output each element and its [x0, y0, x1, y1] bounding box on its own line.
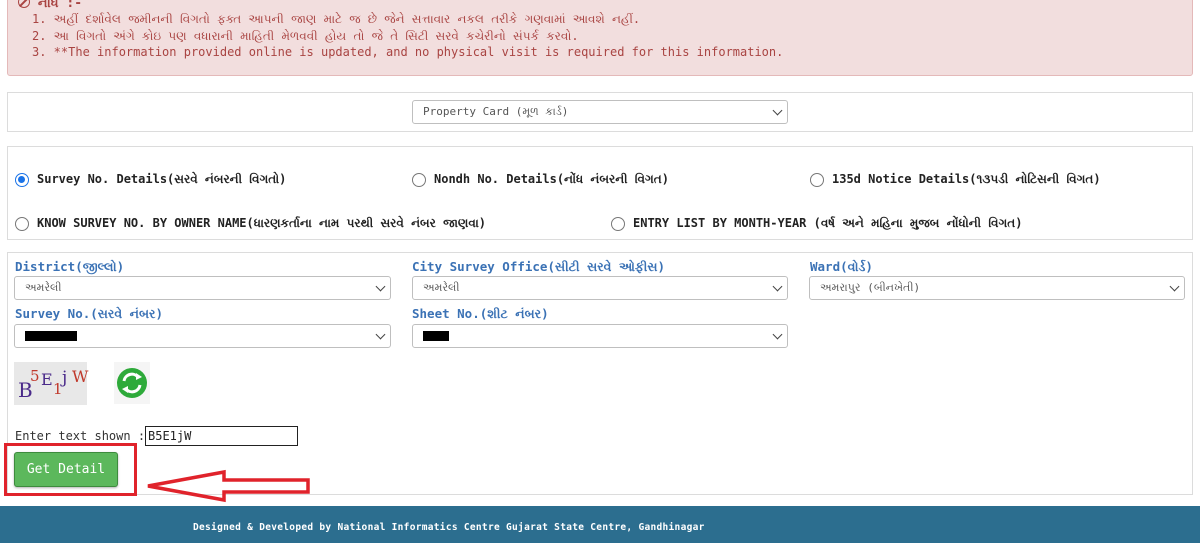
refresh-icon: [117, 368, 147, 398]
sheet-no-select[interactable]: [412, 324, 788, 348]
footer: Designed & Developed by National Informa…: [0, 506, 1200, 543]
captcha-input[interactable]: [145, 426, 298, 446]
notice-title: નોંધ :-: [18, 0, 82, 11]
pointer-arrow-icon: [147, 469, 310, 503]
notice-item: 1. અહીં દર્શાવેલ જમીનની વિગતો ફક્ત આપની …: [32, 12, 641, 26]
radio-label: ENTRY LIST BY MONTH-YEAR (વર્ષ અને મહિના…: [633, 216, 1023, 230]
city-survey-office-select[interactable]: અમરેલી: [412, 276, 788, 300]
district-value: અમરેલી: [25, 281, 62, 294]
ward-select[interactable]: અમરાપુર (બીનખેતી): [809, 276, 1185, 300]
chevron-down-icon: [1169, 281, 1180, 292]
captcha-input-label: Enter text shown :: [15, 429, 146, 443]
redacted-survey-no: [25, 331, 77, 341]
captcha-char: E: [41, 370, 53, 389]
radio-checked-icon[interactable]: [15, 172, 29, 187]
radio-nondh-no-details[interactable]: Nondh No. Details(નોંધ નંબરની વિગત): [412, 172, 669, 187]
radio-survey-no-details[interactable]: Survey No. Details(સરવે નંબરની વિગતો): [15, 172, 286, 187]
card-type-value: Property Card (મૂળ કાર્ડ): [423, 105, 569, 118]
city-survey-office-value: અમરેલી: [423, 281, 460, 294]
notice-item: 2. આ વિગતો અંગે કોઇ પણ વધારાની માહિતી મે…: [32, 28, 579, 43]
radio-survey-by-owner-name[interactable]: KNOW SURVEY NO. BY OWNER NAME(ધારણકર્તાન…: [15, 216, 486, 231]
chevron-down-icon: [375, 281, 386, 292]
radio-unchecked-icon[interactable]: [412, 172, 426, 187]
chevron-down-icon: [375, 329, 386, 340]
radio-unchecked-icon[interactable]: [611, 216, 625, 231]
ward-value: અમરાપુર (બીનખેતી): [820, 281, 921, 294]
redacted-sheet-no: [423, 331, 449, 341]
radio-unchecked-icon[interactable]: [15, 216, 29, 231]
radio-135d-notice-details[interactable]: 135d Notice Details(૧૩૫ડી નોટિસની વિગત): [810, 172, 1101, 187]
sheet-no-label: Sheet No.(શીટ નંબર): [412, 306, 549, 321]
footer-credit: Designed & Developed by National Informa…: [193, 522, 705, 533]
notice-box: નોંધ :- 1. અહીં દર્શાવેલ જમીનની વિગતો ફક…: [7, 0, 1193, 76]
city-survey-office-label: City Survey Office(સીટી સરવે ઓફીસ): [412, 259, 666, 274]
radio-label: Nondh No. Details(નોંધ નંબરની વિગત): [434, 172, 669, 186]
chevron-down-icon: [772, 105, 783, 116]
radio-label: KNOW SURVEY NO. BY OWNER NAME(ધારણકર્તાન…: [37, 216, 487, 230]
radio-label: Survey No. Details(સરવે નંબરની વિગતો): [37, 172, 287, 186]
captcha-image: B 5 E 1 j W: [14, 362, 89, 405]
district-select[interactable]: અમરેલી: [14, 276, 391, 300]
notice-list: 1. અહીં દર્શાવેલ જમીનની વિગતો ફક્ત આપની …: [32, 11, 783, 61]
ban-icon: [18, 0, 30, 8]
radio-label: 135d Notice Details(૧૩૫ડી નોટિસની વિગત): [832, 172, 1101, 186]
radio-entry-list-by-month-year[interactable]: ENTRY LIST BY MONTH-YEAR (વર્ષ અને મહિના…: [611, 216, 1022, 231]
chevron-down-icon: [772, 329, 783, 340]
ward-label: Ward(વોર્ડ): [810, 259, 873, 274]
survey-no-label: Survey No.(સરવે નંબર): [15, 306, 164, 321]
radio-unchecked-icon[interactable]: [810, 172, 824, 187]
get-detail-button[interactable]: Get Detail: [14, 452, 118, 487]
notice-title-text: નોંધ :-: [37, 0, 83, 11]
refresh-captcha-button[interactable]: [114, 362, 150, 404]
captcha-char: W: [72, 367, 89, 386]
district-label: District(જીલ્લો): [15, 259, 125, 274]
captcha-char: j: [62, 368, 68, 388]
captcha-char: 5: [30, 367, 40, 385]
chevron-down-icon: [772, 281, 783, 292]
card-type-select[interactable]: Property Card (મૂળ કાર્ડ): [412, 100, 788, 124]
notice-item: 3. **The information provided online is …: [32, 45, 784, 59]
